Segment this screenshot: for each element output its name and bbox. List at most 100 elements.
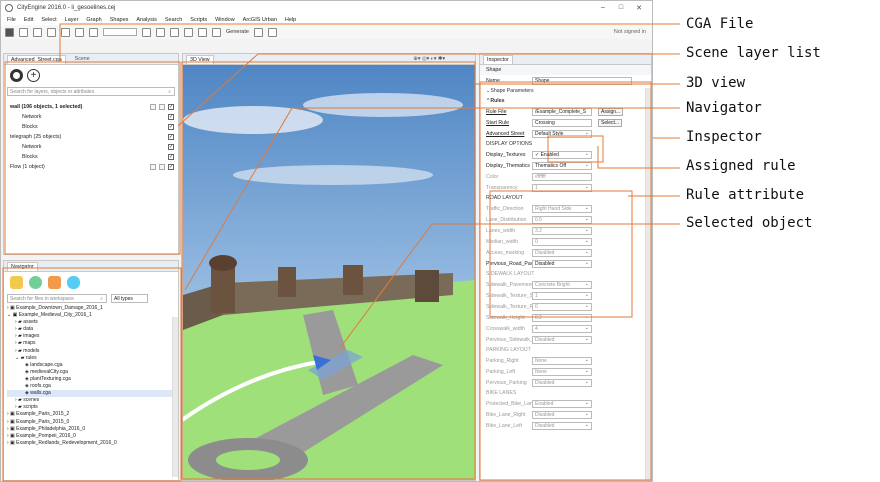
layer-flow[interactable]: Flow (1 object) ✓ [4, 162, 178, 172]
tree-item[interactable]: › ▰ models [7, 348, 178, 355]
start-rule-field[interactable]: Crossing [532, 118, 592, 127]
style-label[interactable]: Advanced Street [486, 131, 532, 137]
layer-visible-checkbox[interactable]: ✓ [168, 114, 174, 120]
menu-select[interactable]: Select [41, 17, 56, 23]
street-tool-icon[interactable] [61, 27, 70, 37]
layer-visible-checkbox[interactable]: ✓ [168, 124, 174, 130]
terrain-tool-icon[interactable] [156, 27, 165, 37]
layer-wall[interactable]: wall (106 objects, 1 selected) ✓ [4, 102, 178, 112]
menu-shapes[interactable]: Shapes [110, 17, 129, 23]
attr-select[interactable]: Disabled [532, 378, 592, 387]
inspector-scrollbar[interactable] [645, 88, 651, 480]
start-rule-label[interactable]: Start Rule [486, 120, 532, 126]
move-tool-icon[interactable] [19, 27, 28, 37]
tab-scene[interactable]: Scene [72, 55, 93, 63]
lock-icon[interactable] [150, 164, 156, 170]
visibility-tool-icon[interactable] [184, 27, 193, 37]
attr-select[interactable]: None [532, 356, 592, 365]
menu-scripts[interactable]: Scripts [190, 17, 207, 23]
tree-item[interactable]: › ▰ data [7, 326, 178, 333]
folder-icon[interactable] [10, 275, 23, 289]
attr-select[interactable]: 4 [532, 324, 592, 333]
rule-file-label[interactable]: Rule File [486, 109, 532, 115]
layer-options-icon[interactable] [10, 68, 23, 82]
attr-select[interactable]: 3.2 [532, 226, 592, 235]
attr-select[interactable]: Thematics Off [532, 161, 592, 170]
view-controls-icon[interactable]: ⊕▾ ◎▾ ◐▾ ✱▾ [413, 56, 445, 62]
camera-tool-icon[interactable] [212, 27, 221, 37]
tab-inspector[interactable]: Inspector [483, 54, 513, 64]
tree-item[interactable]: › ▰ maps [7, 340, 178, 347]
layer-item[interactable]: Network ✓ [4, 112, 178, 122]
menu-file[interactable]: File [7, 17, 16, 23]
attr-select[interactable]: Disabled [532, 421, 592, 430]
tab-advanced-street[interactable]: Advanced_Street.cga [7, 54, 66, 64]
attr-select[interactable]: 0.5 [532, 215, 592, 224]
tree-item[interactable]: ◈ roofs.cga [7, 383, 178, 390]
home-icon[interactable] [48, 275, 61, 289]
tree-item[interactable]: ⌄ ▣ Example_Medieval_City_2016_1 [7, 312, 178, 319]
attr-select[interactable]: Disabled [532, 248, 592, 257]
tree-item[interactable]: › ▰ scenes [7, 397, 178, 404]
name-field[interactable]: Shape [532, 76, 632, 85]
attr-select[interactable]: ✓ Enabled [532, 150, 592, 159]
rules-header[interactable]: ⌃ Rules [480, 96, 651, 106]
tree-item[interactable]: › ▣ Example_Downtown_Damage_2016_1 [7, 305, 178, 312]
sign-in-status[interactable]: Not signed in [614, 29, 646, 35]
attr-select[interactable]: 1 [532, 183, 592, 192]
menu-arcgis-urban[interactable]: ArcGIS Urban [243, 17, 277, 23]
add-layer-icon[interactable]: + [27, 68, 40, 82]
menu-help[interactable]: Help [285, 17, 296, 23]
visibility-icon[interactable] [159, 164, 165, 170]
attr-select[interactable]: Disabled [532, 259, 592, 268]
attr-select[interactable]: Concrete Bright [532, 280, 592, 289]
navigator-scrollbar[interactable] [172, 317, 178, 477]
layer-visible-checkbox[interactable]: ✓ [168, 144, 174, 150]
tree-item[interactable]: ◈ medievalCity.cga [7, 369, 178, 376]
tab-3d-view[interactable]: 3D View [186, 54, 214, 64]
layer-item[interactable]: Blocks ✓ [4, 152, 178, 162]
layer-item[interactable]: Network ✓ [4, 142, 178, 152]
attr-select[interactable]: 0 [532, 237, 592, 246]
rotate-tool-icon[interactable] [47, 27, 56, 37]
attr-select[interactable]: 1 [532, 291, 592, 300]
attr-field[interactable]: #ffffff [532, 172, 592, 181]
attr-select[interactable]: 0 [532, 302, 592, 311]
cloud-icon[interactable] [67, 275, 80, 289]
tree-item[interactable]: › ▰ assets [7, 319, 178, 326]
inspector-subtab[interactable]: Shape [480, 65, 651, 75]
tree-item-selected[interactable]: ◈ walls.cga [7, 390, 178, 398]
tree-item[interactable]: › ▣ Example_Paris_2015_0 [7, 419, 178, 426]
tree-item[interactable]: › ▣ Example_Paris_2015_2 [7, 411, 178, 418]
menu-edit[interactable]: Edit [24, 17, 33, 23]
menu-graph[interactable]: Graph [86, 17, 101, 23]
attr-select[interactable]: Right Hand Side [532, 204, 592, 213]
shape-tool-icon[interactable] [75, 27, 84, 37]
tool-input[interactable] [103, 28, 137, 36]
attr-select[interactable]: Disabled [532, 410, 592, 419]
polygon-tool-icon[interactable] [89, 27, 98, 37]
tree-item[interactable]: › ▣ Example_Redlands_Redevelopment_2016_… [7, 440, 178, 447]
export-tool-icon[interactable] [267, 27, 277, 37]
layer-item[interactable]: Blocks ✓ [4, 122, 178, 132]
shadow-tool-icon[interactable] [198, 27, 207, 37]
navigator-search-input[interactable]: Search for files in workspace ⌕ [7, 294, 107, 303]
assign-button[interactable]: Assign... [598, 107, 624, 116]
rule-file-field[interactable]: /Example_Complete_S [532, 107, 592, 116]
align-tool-icon[interactable] [142, 27, 151, 37]
attr-select[interactable]: None [532, 367, 592, 376]
menu-layer[interactable]: Layer [65, 17, 79, 23]
minimize-button[interactable]: – [594, 4, 612, 11]
layer-visible-checkbox[interactable]: ✓ [168, 104, 174, 110]
lock-icon[interactable] [150, 104, 156, 110]
menu-window[interactable]: Window [215, 17, 235, 23]
tab-navigator[interactable]: Navigator [7, 261, 38, 271]
layer-visible-checkbox[interactable]: ✓ [168, 164, 174, 170]
tree-item[interactable]: › ▣ Example_Pompeii_2016_0 [7, 433, 178, 440]
cleanup-tool-icon[interactable] [253, 27, 263, 37]
visibility-icon[interactable] [159, 104, 165, 110]
layer-visible-checkbox[interactable]: ✓ [168, 134, 174, 140]
menu-analysis[interactable]: Analysis [136, 17, 156, 23]
maximize-button[interactable]: □ [612, 4, 630, 11]
attr-select[interactable]: Enabled [532, 399, 592, 408]
